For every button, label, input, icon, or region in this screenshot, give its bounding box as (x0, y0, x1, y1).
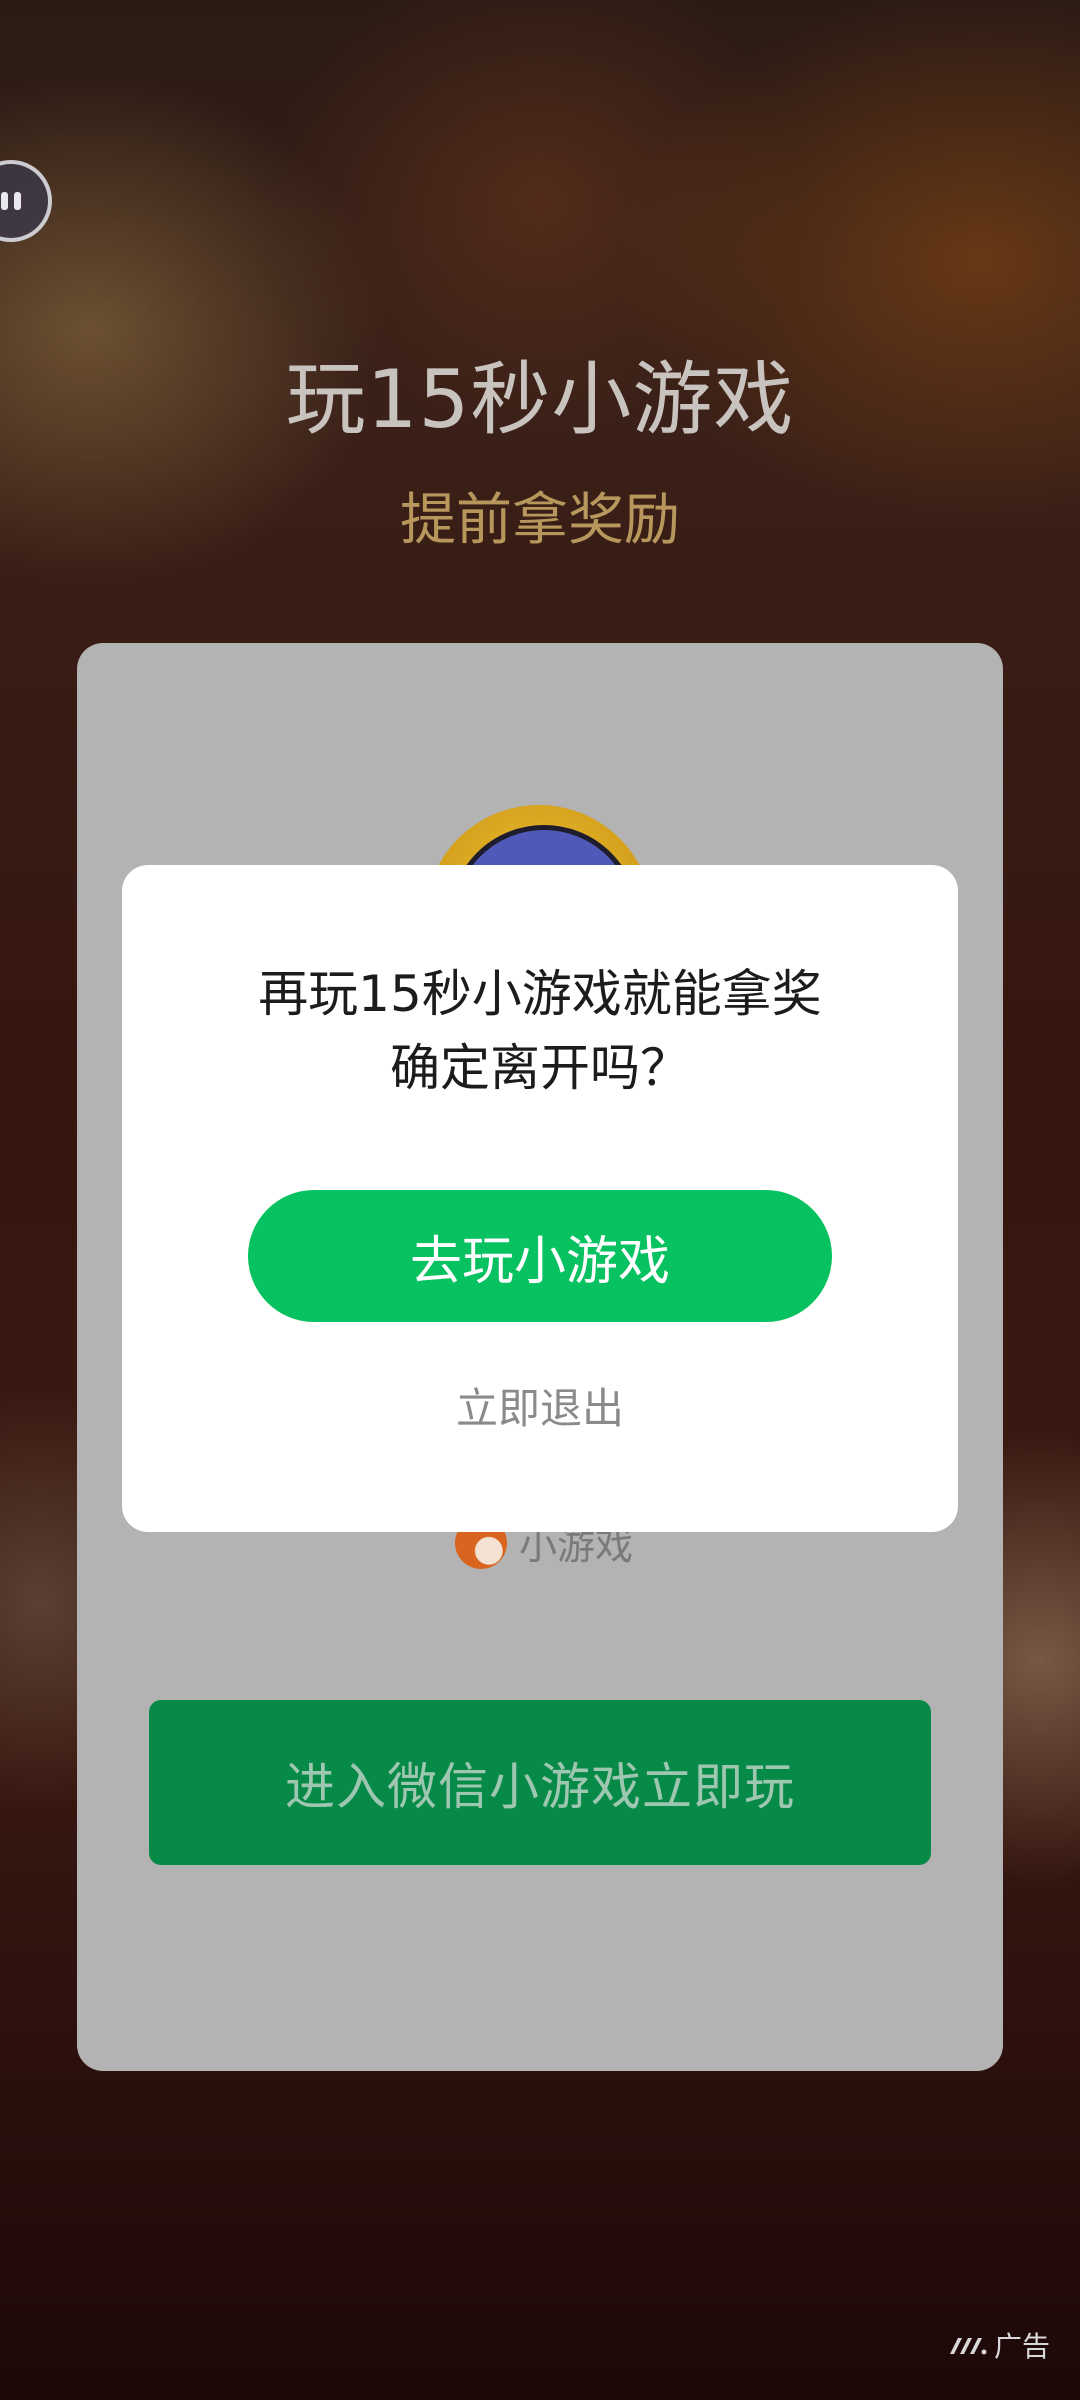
page-title: 玩15秒小游戏 (285, 353, 795, 446)
dialog-message: 再玩15秒小游戏就能拿奖 确定离开吗？ (122, 957, 958, 1105)
enter-wechat-mini-game-button[interactable]: 进入微信小游戏立即玩 (149, 1700, 931, 1865)
dialog-message-line1: 再玩15秒小游戏就能拿奖 (258, 965, 822, 1023)
ad-badge: 广告 (948, 2325, 1050, 2365)
bubble-dot-left (1, 192, 8, 210)
ad-screen: 玩15秒小游戏 提前拿奖励 小游戏 进入微信小游戏立即玩 再玩15秒小游戏就能拿… (0, 0, 1080, 2400)
floating-assistant-icon[interactable] (0, 160, 52, 242)
ad-network-logo-icon (950, 2338, 987, 2355)
play-mini-game-button[interactable]: 去玩小游戏 (248, 1190, 832, 1322)
confirm-leave-dialog: 再玩15秒小游戏就能拿奖 确定离开吗？ 去玩小游戏 立即退出 (122, 865, 958, 1532)
page-subtitle: 提前拿奖励 (400, 488, 680, 553)
bubble-dot-right (14, 192, 21, 210)
ad-label: 广告 (994, 2330, 1051, 2363)
dialog-message-line2: 确定离开吗？ (390, 1039, 690, 1097)
exit-now-button[interactable]: 立即退出 (122, 1375, 958, 1436)
